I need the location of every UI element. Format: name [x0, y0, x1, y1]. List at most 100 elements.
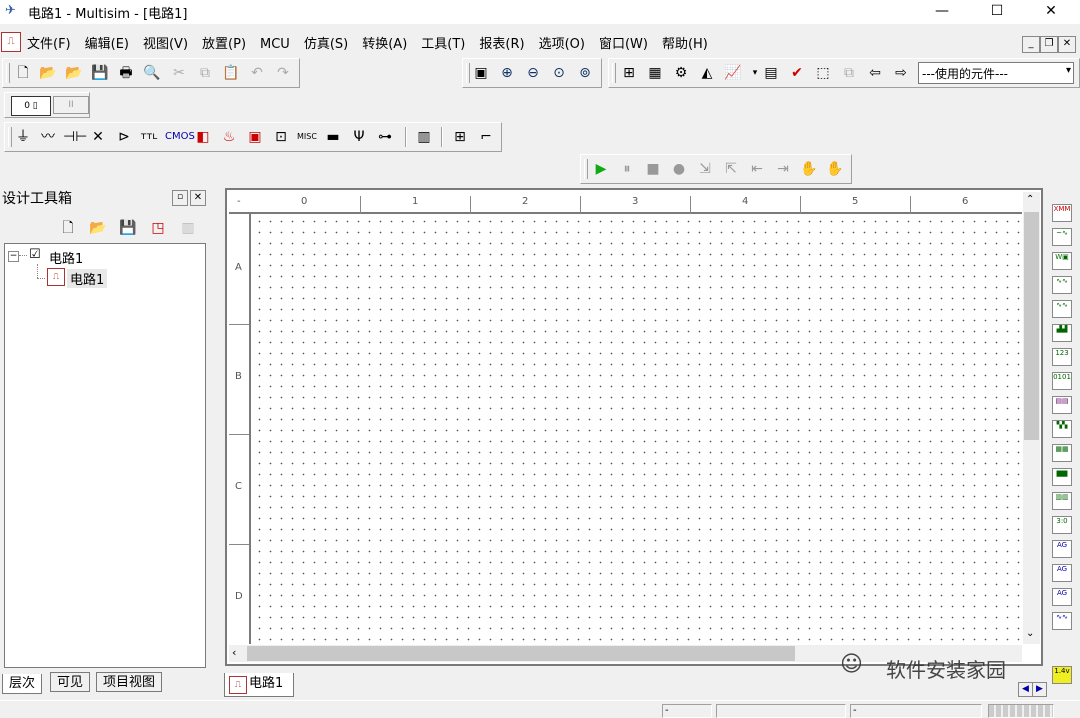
menu-options[interactable]: 选项(O) — [532, 30, 592, 55]
run-to-cursor-icon[interactable]: ⇥ — [773, 159, 793, 179]
fullscreen-icon[interactable]: ▣ — [471, 63, 491, 83]
menu-view[interactable]: 视图(V) — [136, 30, 195, 55]
backannotate-icon[interactable]: ⇦ — [865, 63, 885, 83]
function-generator-icon[interactable]: ~∿ — [1052, 228, 1072, 246]
network-analyzer-icon[interactable]: 3:0 — [1052, 516, 1072, 534]
step-into-icon[interactable]: ⇲ — [695, 159, 715, 179]
redo-icon[interactable]: ↷ — [273, 63, 293, 83]
zoom-out-icon[interactable]: ⊖ — [523, 63, 543, 83]
pause-toggle-icon[interactable]: II — [53, 96, 89, 114]
oscilloscope-icon[interactable]: ∿∿ — [1052, 276, 1072, 294]
rename-icon[interactable]: ▥ — [178, 218, 198, 238]
mdi-restore-button[interactable]: ❐ — [1040, 36, 1058, 53]
document-icon[interactable]: ⎍ — [1, 32, 21, 52]
menu-place[interactable]: 放置(P) — [195, 30, 253, 55]
scroll-left-icon[interactable]: ‹ — [232, 646, 236, 659]
new-design-icon[interactable]: 🗋 — [58, 218, 78, 238]
tektronix-oscilloscope-icon[interactable]: ∿∿ — [1052, 612, 1072, 630]
print-icon[interactable]: 🖶 — [116, 63, 136, 83]
menu-window[interactable]: 窗口(W) — [592, 30, 655, 55]
schematic-grid[interactable] — [254, 216, 1024, 646]
pause-simulation-icon[interactable]: ⏸ — [617, 159, 637, 179]
distortion-analyzer-icon[interactable]: ▆▆ — [1052, 468, 1072, 486]
postprocessor-icon[interactable]: ▤ — [761, 63, 781, 83]
run-simulation-icon[interactable]: ▶ — [591, 159, 611, 179]
mcu-icon[interactable]: ◧ — [193, 127, 213, 147]
transistor-icon[interactable]: ✕ — [88, 127, 108, 147]
sql-components-icon[interactable]: ⚙ — [671, 63, 691, 83]
electromechanical-icon[interactable]: ⊶ — [375, 127, 395, 147]
mdi-close-button[interactable]: ✕ — [1058, 36, 1076, 53]
record-icon[interactable]: ● — [669, 159, 689, 179]
tab-project-view[interactable]: 项目视图 — [96, 672, 163, 692]
new-file-icon[interactable]: 🗋 — [13, 63, 33, 83]
horizontal-scroll-thumb[interactable] — [247, 646, 795, 661]
in-use-component-select[interactable]: ---使用的元件--- ▾ — [918, 62, 1074, 84]
panel-float-button[interactable]: ▫ — [172, 190, 188, 206]
basic-resistor-icon[interactable]: 〰 — [38, 127, 58, 147]
scroll-tabs-left-icon[interactable]: ◀ — [1018, 682, 1033, 697]
minimize-button[interactable]: — — [918, 0, 966, 24]
logic-converter-icon[interactable]: ▤▤ — [1052, 396, 1072, 414]
advanced-peripherals-icon[interactable]: ▬ — [323, 127, 343, 147]
spreadsheet-view-icon[interactable]: ▦ — [645, 63, 665, 83]
tree-child-item[interactable]: 电路1 — [67, 269, 108, 288]
logic-analyzer-icon[interactable]: ▚▚ — [1052, 420, 1072, 438]
frequency-counter-icon[interactable]: 123 — [1052, 348, 1072, 366]
hierarchy-toolbox-icon[interactable]: ⊞ — [619, 63, 639, 83]
multimeter-icon[interactable]: XMM — [1052, 204, 1072, 222]
undo-icon[interactable]: ↶ — [247, 63, 267, 83]
database-manager-icon[interactable]: ◭ — [697, 63, 717, 83]
print-preview-icon[interactable]: 🔍 — [142, 63, 162, 83]
collapse-icon[interactable]: − — [8, 251, 19, 262]
rf-icon[interactable]: Ψ — [349, 127, 369, 147]
toggle-breadboard-icon[interactable]: 0 ▯ — [11, 96, 51, 116]
zoom-area-icon[interactable]: ⊙ — [549, 63, 569, 83]
step-out-icon[interactable]: ⇤ — [747, 159, 767, 179]
menu-simulate[interactable]: 仿真(S) — [297, 30, 355, 55]
open-sample-icon[interactable]: 📂 — [64, 63, 84, 83]
agilent-multimeter-icon[interactable]: AG — [1052, 564, 1072, 582]
capture-screen-icon[interactable]: ⬚ — [813, 63, 833, 83]
ttl-icon[interactable]: ᴛᴛʟ — [139, 127, 159, 147]
word-generator-icon[interactable]: 0101 — [1052, 372, 1072, 390]
menu-transfer[interactable]: 转换(A) — [355, 30, 414, 55]
menu-help[interactable]: 帮助(H) — [655, 30, 715, 55]
mixed-icon[interactable]: ♨ — [219, 127, 239, 147]
remove-breakpoints-icon[interactable]: ✋ — [825, 159, 845, 179]
close-design-icon[interactable]: ◳ — [148, 218, 168, 238]
agilent-oscilloscope-icon[interactable]: AG — [1052, 588, 1072, 606]
agilent-function-generator-icon[interactable]: AG — [1052, 540, 1072, 558]
tab-hierarchy[interactable]: 层次 — [2, 674, 43, 694]
grapher-icon[interactable]: 📈 — [723, 63, 743, 83]
panel-close-button[interactable]: ✕ — [190, 190, 206, 206]
menu-file[interactable]: 文件(F) — [20, 30, 78, 55]
scroll-tabs-right-icon[interactable]: ▶ — [1032, 682, 1047, 697]
scroll-up-icon[interactable]: ⌃ — [1026, 194, 1034, 205]
hierarchical-block-icon[interactable]: ⊞ — [450, 127, 470, 147]
erc-icon[interactable]: ✔ — [787, 63, 807, 83]
scroll-down-icon[interactable]: ⌄ — [1026, 628, 1034, 639]
toggle-breakpoint-icon[interactable]: ✋ — [799, 159, 819, 179]
menu-mcu[interactable]: MCU — [253, 34, 297, 55]
tab-circuit[interactable]: ⎍ 电路1 — [224, 673, 294, 697]
tree-root-item[interactable]: 电路1 — [49, 248, 83, 267]
ladder-icon[interactable]: ▥ — [414, 127, 434, 147]
forward-annotate-icon[interactable]: ⇨ — [891, 63, 911, 83]
zoom-in-icon[interactable]: ⊕ — [497, 63, 517, 83]
source-icon[interactable]: ⏚ — [13, 127, 33, 147]
cmos-icon[interactable]: CMOS — [165, 127, 195, 147]
power-icon[interactable]: ⊡ — [271, 127, 291, 147]
voltage-probe-icon[interactable]: 1.4v — [1052, 666, 1072, 684]
chevron-down-icon[interactable]: ▾ — [1066, 65, 1071, 76]
paste-icon[interactable]: 📋 — [221, 63, 241, 83]
copy-icon[interactable]: ⧉ — [195, 63, 215, 83]
save-icon[interactable]: 💾 — [90, 63, 110, 83]
indicator-icon[interactable]: ▣ — [245, 127, 265, 147]
maximize-button[interactable]: ☐ — [973, 0, 1021, 24]
tab-visibility[interactable]: 可见 — [50, 672, 91, 692]
wattmeter-icon[interactable]: W▣ — [1052, 252, 1072, 270]
mdi-minimize-button[interactable]: _ — [1022, 36, 1040, 53]
stop-simulation-icon[interactable]: ■ — [643, 159, 663, 179]
open-design-icon[interactable]: 📂 — [88, 218, 108, 238]
